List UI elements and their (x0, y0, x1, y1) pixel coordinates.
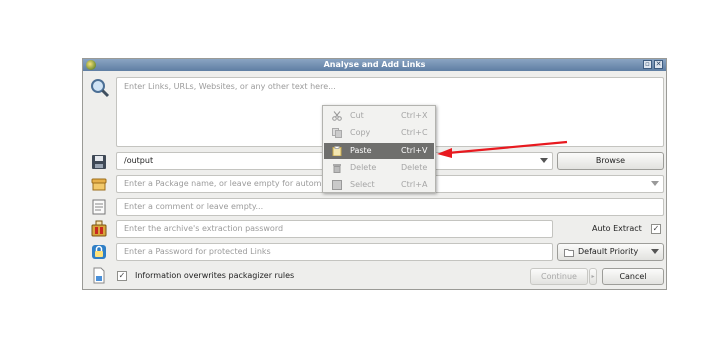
annotation-arrow (437, 140, 568, 158)
